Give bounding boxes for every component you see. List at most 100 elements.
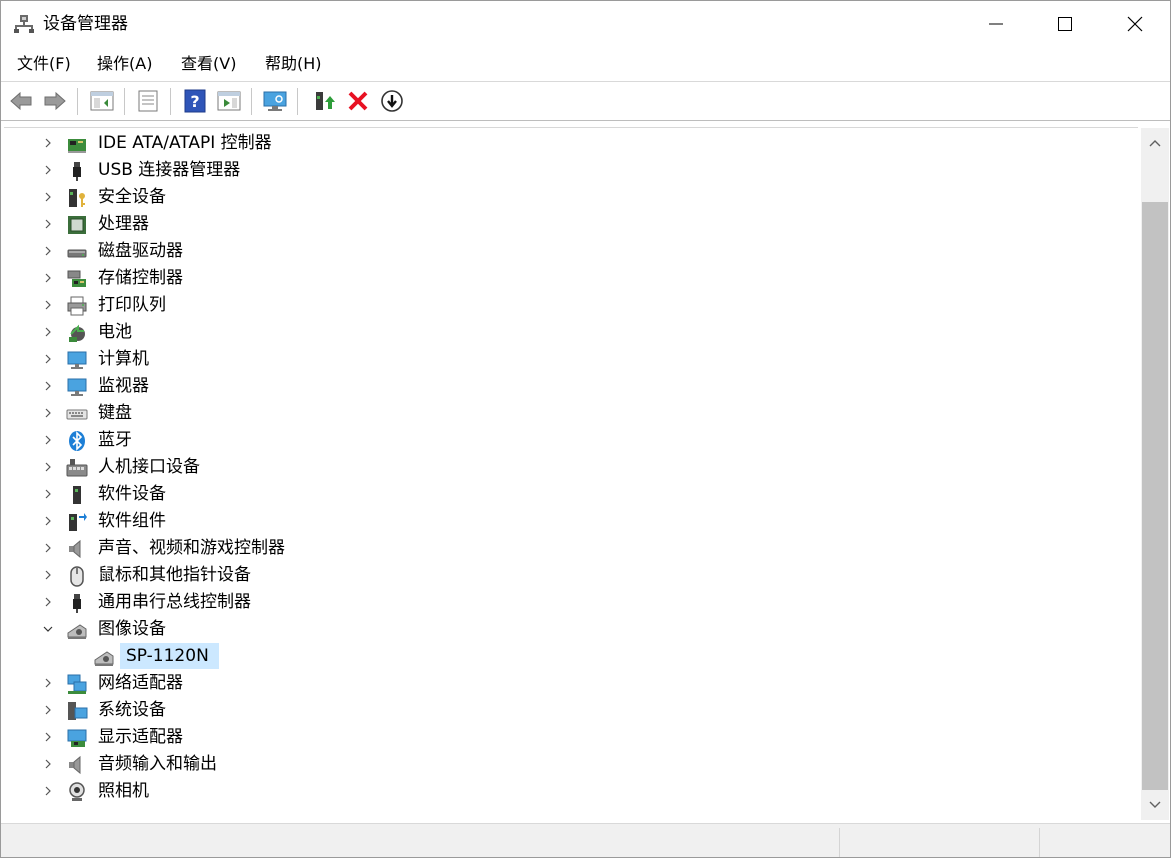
chevron-right-icon[interactable] [43,570,53,580]
chevron-right-icon[interactable] [43,786,53,796]
tree-category-item[interactable]: 磁盘驱动器 [4,238,1138,265]
chevron-right-icon[interactable] [43,435,53,445]
tree-item-label: USB 连接器管理器 [98,160,241,180]
window-title: 设备管理器 [43,14,128,34]
tree-category-item[interactable]: 软件组件 [4,508,1138,535]
chevron-right-icon[interactable] [43,408,53,418]
software-component-icon [69,513,87,531]
forward-arrow-icon[interactable] [42,88,68,114]
tree-category-item[interactable]: 安全设备 [4,184,1138,211]
tree-item-label: 监视器 [98,376,149,396]
properties-icon[interactable] [135,88,161,114]
menu-action[interactable]: 操作(A) [97,53,152,75]
tree-item-label: 鼠标和其他指针设备 [98,565,251,585]
chevron-right-icon[interactable] [43,165,53,175]
tree-item-label: 软件设备 [98,484,166,504]
tree-category-item[interactable]: 键盘 [4,400,1138,427]
scrollbar-thumb[interactable] [1142,202,1168,790]
speaker-icon [69,539,81,559]
chevron-right-icon[interactable] [43,597,53,607]
disable-device-download-icon[interactable] [379,88,405,114]
menu-file[interactable]: 文件(F) [17,53,71,75]
usb-controller-icon [73,594,81,613]
vertical-scrollbar[interactable] [1141,128,1169,820]
chevron-right-icon[interactable] [43,489,53,499]
tree-item-label: IDE ATA/ATAPI 控制器 [98,133,272,153]
back-arrow-icon[interactable] [8,88,34,114]
chevron-right-icon[interactable] [43,759,53,769]
tree-item-label: 处理器 [98,214,149,234]
tree-category-item[interactable]: USB 连接器管理器 [4,157,1138,184]
chevron-right-icon[interactable] [43,462,53,472]
menu-view[interactable]: 查看(V) [181,53,236,75]
tree-category-item[interactable]: 照相机 [4,778,1138,805]
scan-hardware-changes-icon[interactable] [262,88,288,114]
chevron-right-icon[interactable] [43,354,53,364]
show-hide-console-tree-icon[interactable] [89,88,115,114]
tree-category-item[interactable]: 处理器 [4,211,1138,238]
chevron-right-icon[interactable] [43,543,53,553]
device-tree[interactable]: IDE ATA/ATAPI 控制器 USB 连接器管理器安全设备处理器磁盘驱动器存… [4,127,1138,821]
tree-category-item[interactable]: 软件设备 [4,481,1138,508]
tree-category-item[interactable]: 人机接口设备 [4,454,1138,481]
network-adapter-icon [67,674,87,694]
scroll-down-arrow-icon[interactable] [1141,794,1169,816]
close-icon [1127,16,1143,32]
tree-category-item[interactable]: 系统设备 [4,697,1138,724]
chevron-right-icon[interactable] [43,516,53,526]
tree-item-label: SP-1120N [126,646,209,666]
svg-text:?: ? [190,92,199,111]
maximize-button[interactable] [1042,1,1088,47]
tree-category-item[interactable]: 音频输入和输出 [4,751,1138,778]
chevron-right-icon[interactable] [43,678,53,688]
chevron-right-icon[interactable] [43,138,53,148]
camera-icon [69,782,85,801]
help-icon[interactable]: ? [182,88,208,114]
tree-item-label: 键盘 [98,403,132,423]
tree-category-item[interactable]: 显示适配器 [4,724,1138,751]
chevron-right-icon[interactable] [43,705,53,715]
uninstall-device-icon[interactable] [345,88,371,114]
menu-help[interactable]: 帮助(H) [265,53,322,75]
tree-category-item[interactable]: 电池 [4,319,1138,346]
chevron-right-icon[interactable] [43,219,53,229]
tree-category-item[interactable]: 声音、视频和游戏控制器 [4,535,1138,562]
chevron-right-icon[interactable] [43,300,53,310]
tree-category-item[interactable]: 通用串行总线控制器 [4,589,1138,616]
tree-child-item[interactable]: SP-1120N [4,643,1138,670]
title-bar[interactable]: 设备管理器 [1,1,1170,47]
chevron-right-icon[interactable] [43,273,53,283]
storage-controller-icon [67,270,86,287]
tree-category-item[interactable]: 鼠标和其他指针设备 [4,562,1138,589]
close-button[interactable] [1112,1,1158,47]
tree-item-label: 声音、视频和游戏控制器 [98,538,285,558]
tree-category-item[interactable]: 打印队列 [4,292,1138,319]
update-driver-icon[interactable] [312,88,338,114]
tree-category-item[interactable]: 监视器 [4,373,1138,400]
minimize-icon [989,23,1003,25]
tree-category-item[interactable]: 网络适配器 [4,670,1138,697]
display-adapter-icon [67,729,87,747]
menu-bar: 文件(F) 操作(A) 查看(V) 帮助(H) [1,47,1170,82]
minimize-button[interactable] [973,1,1019,47]
run-view-icon[interactable] [216,88,242,114]
software-device-icon [73,486,81,504]
status-divider [839,828,840,857]
tree-category-item[interactable]: IDE ATA/ATAPI 控制器 [4,130,1138,157]
tree-item-label: 软件组件 [98,511,166,531]
processor-icon [68,216,86,234]
chevron-right-icon[interactable] [43,246,53,256]
chevron-right-icon[interactable] [43,192,53,202]
keyboard-icon [66,409,88,420]
tree-category-item[interactable]: 图像设备 [4,616,1138,643]
chevron-right-icon[interactable] [43,327,53,337]
scroll-up-arrow-icon[interactable] [1141,132,1169,154]
tree-category-item[interactable]: 蓝牙 [4,427,1138,454]
tree-category-item[interactable]: 计算机 [4,346,1138,373]
tree-item-label: 通用串行总线控制器 [98,592,251,612]
chevron-right-icon[interactable] [43,732,53,742]
disk-drive-icon [67,249,87,258]
tree-category-item[interactable]: 存储控制器 [4,265,1138,292]
chevron-right-icon[interactable] [43,381,53,391]
chevron-down-icon[interactable] [43,624,53,634]
